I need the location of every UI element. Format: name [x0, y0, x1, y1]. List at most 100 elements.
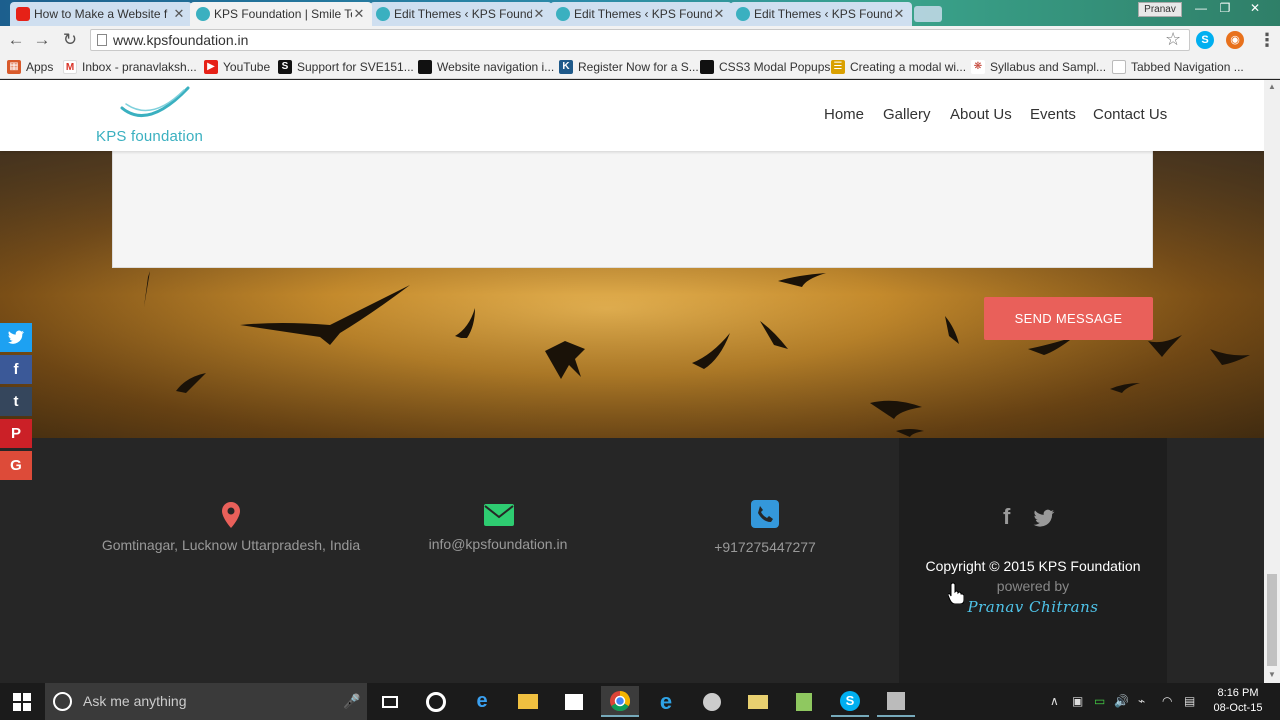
phone-icon: [751, 500, 779, 528]
browser-tab-strip: How to Make a Website f ✕ KPS Foundation…: [0, 0, 1280, 26]
tumblr-share-button[interactable]: t: [0, 387, 32, 416]
footer-twitter-icon[interactable]: [1033, 509, 1055, 527]
save-app-icon[interactable]: [877, 686, 915, 717]
search-placeholder: Ask me anything: [83, 693, 187, 709]
page-scrollbar[interactable]: ▲ ▼: [1264, 80, 1280, 683]
url-text: www.kpsfoundation.in: [113, 32, 249, 48]
address-bar[interactable]: www.kpsfoundation.in: [90, 29, 1190, 51]
app-circle-icon[interactable]: [417, 686, 455, 717]
battery-icon[interactable]: ▭: [1094, 683, 1105, 720]
windows-taskbar: Ask me anything 🎤 e e S ∧ ▣ ▭ 🔊 ⌁ ◠ ▤ 8:…: [0, 683, 1280, 720]
tray-expand-icon[interactable]: ∧: [1050, 683, 1059, 720]
footer-email[interactable]: info@kpsfoundation.in: [390, 535, 606, 554]
nav-home[interactable]: Home: [824, 106, 864, 123]
cortana-search-box[interactable]: Ask me anything 🎤: [45, 683, 367, 720]
google-plus-share-button[interactable]: G: [0, 451, 32, 480]
forward-icon[interactable]: →: [32, 30, 52, 50]
kps-logo-icon: [556, 7, 570, 21]
chrome-icon[interactable]: [601, 686, 639, 717]
tab-2[interactable]: Edit Themes ‹ KPS Founda ✕: [370, 2, 552, 26]
tab-0[interactable]: How to Make a Website f ✕: [10, 2, 192, 26]
tab-label: KPS Foundation | Smile To: [214, 7, 352, 21]
bookmark-apps[interactable]: ▦ Apps: [7, 58, 53, 75]
action-center-icon[interactable]: ▤: [1184, 683, 1195, 720]
nav-contact-us[interactable]: Contact Us: [1093, 106, 1167, 123]
store-icon[interactable]: [555, 686, 593, 717]
window-close-icon[interactable]: ✕: [1240, 0, 1270, 18]
internet-explorer-icon[interactable]: e: [647, 686, 685, 717]
kps-logo-icon: [736, 7, 750, 21]
youtube-icon: ▶: [204, 59, 218, 74]
footer-facebook-icon[interactable]: f: [1003, 504, 1010, 530]
system-clock[interactable]: 8:16 PM 08-Oct-15: [1208, 686, 1268, 716]
sony-icon: S: [278, 59, 292, 74]
tray-app-icon[interactable]: ▣: [1072, 683, 1083, 720]
skype-extension-icon[interactable]: S: [1196, 31, 1214, 49]
clock-date: 08-Oct-15: [1213, 702, 1263, 714]
new-tab-button[interactable]: [914, 6, 942, 22]
pinterest-share-button[interactable]: P: [0, 419, 32, 448]
page-icon: [700, 59, 714, 74]
message-textarea[interactable]: [112, 151, 1153, 268]
bookmark-syllabus[interactable]: ❋ Syllabus and Sampl...: [971, 58, 1106, 75]
back-icon[interactable]: ←: [6, 30, 26, 50]
footer-phone: +917275447277: [714, 539, 816, 555]
tab-3[interactable]: Edit Themes ‹ KPS Founda ✕: [550, 2, 732, 26]
tab-label: How to Make a Website f: [34, 7, 168, 21]
wifi-icon[interactable]: ◠: [1162, 683, 1172, 720]
extension-icon[interactable]: ◉: [1226, 31, 1244, 49]
tab-1[interactable]: KPS Foundation | Smile To ✕: [190, 2, 372, 26]
power-icon[interactable]: ⌁: [1138, 683, 1145, 720]
notepad-icon[interactable]: [785, 686, 823, 717]
close-icon[interactable]: ✕: [172, 6, 186, 22]
site-logo[interactable]: KPS foundation: [96, 86, 216, 146]
scroll-down-icon[interactable]: ▼: [1268, 670, 1276, 679]
close-icon[interactable]: ✕: [532, 6, 546, 22]
browser-toolbar: ← → ↻ www.kpsfoundation.in: [0, 26, 1280, 54]
close-icon[interactable]: ✕: [352, 6, 366, 22]
nav-events[interactable]: Events: [1030, 106, 1076, 123]
close-icon[interactable]: ✕: [892, 6, 906, 22]
reload-icon[interactable]: ↻: [60, 30, 80, 50]
microphone-icon[interactable]: 🎤: [343, 683, 360, 720]
menu-icon[interactable]: ⋮: [1258, 30, 1276, 51]
powered-by-text: powered by: [996, 578, 1070, 594]
app-icon[interactable]: [693, 686, 731, 717]
nav-gallery[interactable]: Gallery: [883, 106, 931, 123]
folder-app-icon[interactable]: [739, 686, 777, 717]
author-signature[interactable]: Pranav Chitrans: [899, 598, 1167, 616]
bookmark-inbox[interactable]: M Inbox - pranavlaksh...: [63, 58, 197, 75]
bookmark-creating-modal[interactable]: ☰ Creating a modal wi...: [831, 58, 966, 75]
twitter-share-button[interactable]: [0, 323, 32, 352]
tab-label: Edit Themes ‹ KPS Founda: [754, 7, 892, 21]
page-viewport: KPS foundation Home Gallery About Us Eve…: [0, 80, 1264, 683]
bookmark-youtube[interactable]: ▶ YouTube: [204, 58, 270, 75]
start-button[interactable]: [0, 683, 44, 720]
task-view-icon[interactable]: [371, 686, 409, 717]
bookmark-star-icon[interactable]: ☆: [1165, 29, 1181, 50]
envelope-icon: [484, 504, 514, 526]
bookmark-css3-modal[interactable]: CSS3 Modal Popups: [700, 58, 830, 75]
site-header: KPS foundation Home Gallery About Us Eve…: [0, 80, 1264, 151]
close-icon[interactable]: ✕: [712, 6, 726, 22]
bookmark-register[interactable]: K Register Now for a S...: [559, 58, 699, 75]
facebook-share-button[interactable]: f: [0, 355, 32, 384]
bookmark-website-navigation[interactable]: Website navigation i...: [418, 58, 554, 75]
cbse-icon: ❋: [971, 59, 985, 74]
tab-4[interactable]: Edit Themes ‹ KPS Founda ✕: [730, 2, 912, 26]
bookmark-tabbed-navigation[interactable]: Tabbed Navigation ...: [1112, 58, 1244, 75]
send-message-button[interactable]: SEND MESSAGE: [984, 297, 1153, 340]
nav-about-us[interactable]: About Us: [950, 106, 1012, 123]
scrollbar-thumb[interactable]: [1267, 574, 1277, 666]
scroll-up-icon[interactable]: ▲: [1268, 82, 1276, 91]
site-footer: Gomtinagar, Lucknow Uttarpradesh, India …: [0, 438, 1264, 683]
bookmark-support[interactable]: S Support for SVE151...: [278, 58, 414, 75]
profile-button[interactable]: Pranav: [1138, 2, 1182, 17]
tab-label: Edit Themes ‹ KPS Founda: [394, 7, 532, 21]
file-explorer-icon[interactable]: [509, 686, 547, 717]
restore-icon[interactable]: ❐: [1210, 0, 1240, 18]
skype-icon[interactable]: S: [831, 686, 869, 717]
twitter-icon: [7, 330, 24, 344]
edge-icon[interactable]: e: [463, 686, 501, 717]
volume-icon[interactable]: 🔊: [1114, 683, 1129, 720]
